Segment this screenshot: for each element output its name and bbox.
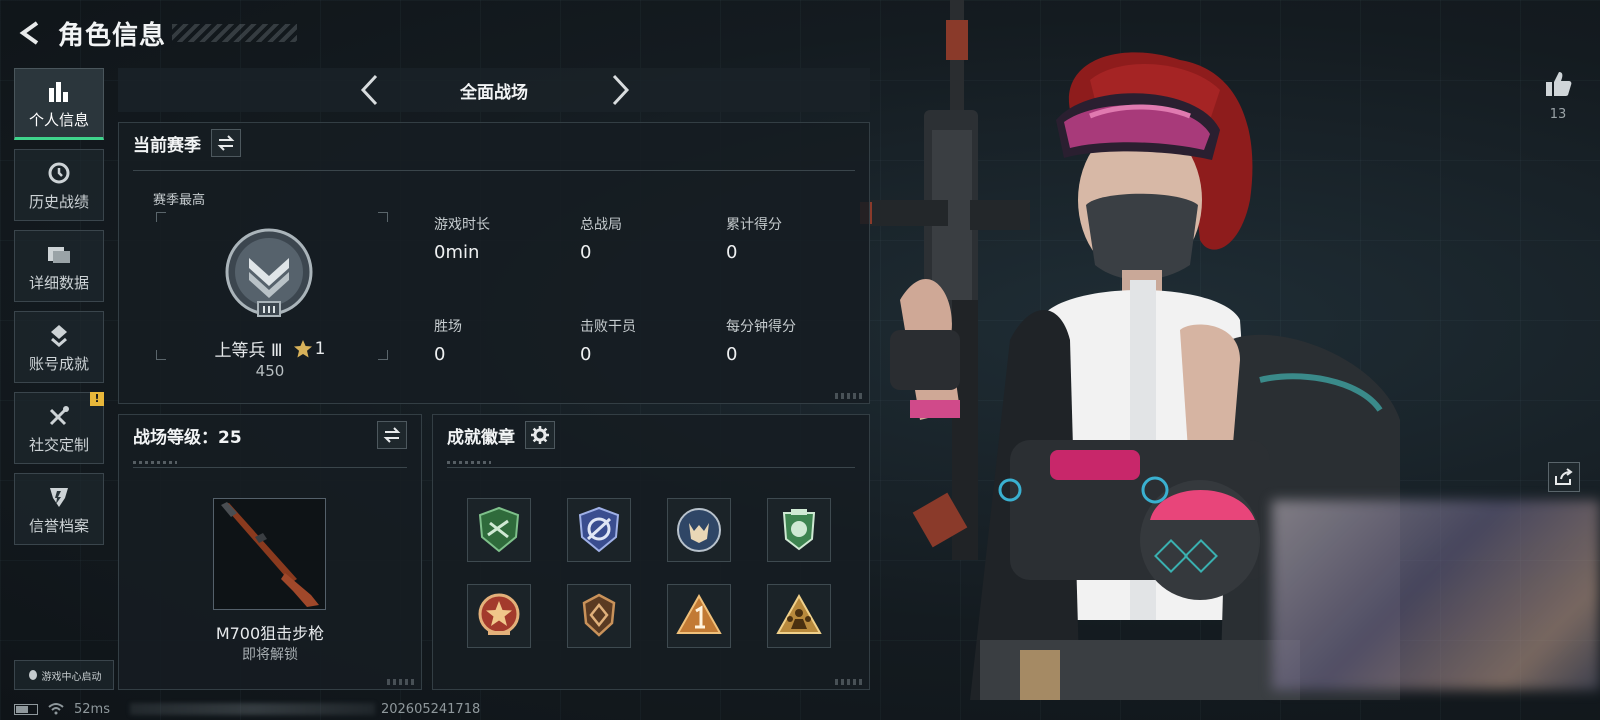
achievement-badge-2[interactable] (567, 498, 631, 562)
blurred-overlay (1272, 500, 1600, 690)
achievement-badge-7[interactable] (667, 584, 731, 648)
like-button[interactable] (1538, 64, 1578, 104)
tools-icon (47, 402, 71, 430)
battery-icon (14, 703, 38, 715)
achievement-title: 成就徽章 (447, 427, 515, 448)
achievement-badge-3[interactable] (667, 498, 731, 562)
sidebar-item-label: 信誉档案 (28, 516, 89, 535)
title-decoration (172, 24, 298, 42)
weapon-name: M700狙击步枪 (215, 624, 325, 643)
rank-stars: 1 (314, 338, 326, 359)
swap-icon (217, 135, 235, 151)
back-arrow-icon (19, 21, 39, 45)
season-title: 当前赛季 (133, 135, 201, 156)
gear-icon (531, 426, 549, 444)
stat-value-wins: 0 (434, 344, 446, 365)
like-count: 13 (1549, 107, 1567, 122)
stat-value-kills: 0 (580, 344, 592, 365)
stat-label-play-time: 游戏时长 (434, 217, 490, 233)
stat-label-kills: 击败干员 (580, 319, 636, 335)
stat-label-wins: 胜场 (434, 319, 462, 335)
sidebar-item-detailed-data[interactable]: 详细数据 (14, 230, 104, 302)
share-button[interactable] (1548, 462, 1580, 492)
thumbs-up-icon (1546, 72, 1572, 96)
sidebar-item-achievements[interactable]: 账号成就 (14, 311, 104, 383)
page-title: 角色信息 (58, 20, 167, 51)
stat-label-total-matches: 总战局 (580, 217, 622, 233)
mode-prev-button[interactable] (354, 74, 386, 106)
rank-score: 450 (255, 362, 285, 380)
folder-icon (46, 240, 72, 268)
chevron-right-icon (612, 74, 630, 106)
bronze-shield-badge-icon (582, 593, 616, 637)
swap-icon (383, 427, 401, 443)
mode-title: 全面战场 (460, 82, 528, 103)
battlefield-level-title: 战场等级：25 (133, 427, 242, 448)
stat-value-total-score: 0 (726, 242, 738, 263)
stat-value-play-time: 0min (434, 242, 480, 263)
status-bar: 52ms 202605241718 (14, 700, 480, 718)
page-header: 角色信息 (14, 14, 298, 52)
achievement-badge-8[interactable] (767, 584, 831, 648)
stat-value-total-matches: 0 (580, 242, 592, 263)
squad-triangle-badge-icon (776, 593, 822, 634)
weapon-unlock-preview[interactable] (213, 498, 326, 610)
star-circle-badge-icon (478, 593, 520, 635)
season-best-label: 赛季最高 (153, 193, 206, 208)
weapon-status: 即将解锁 (242, 647, 298, 663)
sidebar-item-match-history[interactable]: 历史战绩 (14, 149, 104, 221)
reputation-icon (47, 483, 71, 511)
stat-value-score-per-min: 0 (726, 344, 738, 365)
badge-settings-button[interactable] (525, 421, 555, 449)
blue-shield-badge-icon (578, 506, 620, 553)
launch-label: 游戏中心启动 (41, 671, 102, 683)
achievement-badge-1[interactable] (467, 498, 531, 562)
bar-chart-icon (47, 77, 71, 105)
rank-emblem-icon (225, 228, 313, 317)
sniper-rifle-icon (220, 502, 319, 607)
player-id: 202605241718 (380, 701, 481, 717)
sidebar-item-label: 个人信息 (28, 110, 89, 129)
share-icon (1555, 468, 1573, 485)
history-clock-icon (47, 159, 71, 187)
achievement-badge-5[interactable] (467, 584, 531, 648)
chevron-left-icon (360, 74, 378, 106)
sidebar-item-reputation[interactable]: 信誉档案 (14, 473, 104, 545)
star-icon (293, 339, 312, 357)
ping-value: 52ms (74, 701, 110, 717)
sidebar-item-label: 账号成就 (28, 354, 89, 373)
stat-label-score-per-min: 每分钟得分 (726, 319, 796, 335)
achievement-badge-6[interactable] (567, 584, 631, 648)
rank-title-row: 上等兵 Ⅲ 1 (200, 336, 340, 362)
sidebar-item-label: 详细数据 (28, 273, 89, 292)
wolf-badge-icon (677, 508, 721, 552)
notice-badge: ! (90, 392, 104, 406)
mode-selector: 全面战场 (118, 68, 870, 112)
stat-label-total-score: 累计得分 (726, 217, 782, 233)
back-button[interactable] (14, 16, 48, 50)
wifi-icon (48, 703, 64, 715)
sidebar-item-social-custom[interactable]: 社交定制 ! (14, 392, 104, 464)
green-emblem-badge-icon (782, 509, 816, 551)
green-shield-badge-icon (478, 506, 520, 553)
rank-name: 上等兵 Ⅲ (214, 341, 283, 361)
achievement-icon (47, 321, 71, 349)
sidebar: 个人信息 历史战绩 详细数据 账号成就 社交定制 ! 信誉档案 (14, 68, 106, 554)
sidebar-item-personal-info[interactable]: 个人信息 (14, 68, 104, 140)
qq-icon (28, 670, 37, 680)
number-one-badge-icon (676, 593, 722, 634)
level-switch-button[interactable] (377, 421, 407, 449)
achievement-badge-4[interactable] (767, 498, 831, 562)
blurred-text (129, 703, 375, 715)
mode-next-button[interactable] (604, 74, 636, 106)
game-center-launch-button[interactable]: 游戏中心启动 (14, 660, 114, 690)
sidebar-item-label: 社交定制 (28, 435, 89, 454)
season-switch-button[interactable] (211, 129, 241, 157)
sidebar-item-label: 历史战绩 (28, 192, 89, 211)
